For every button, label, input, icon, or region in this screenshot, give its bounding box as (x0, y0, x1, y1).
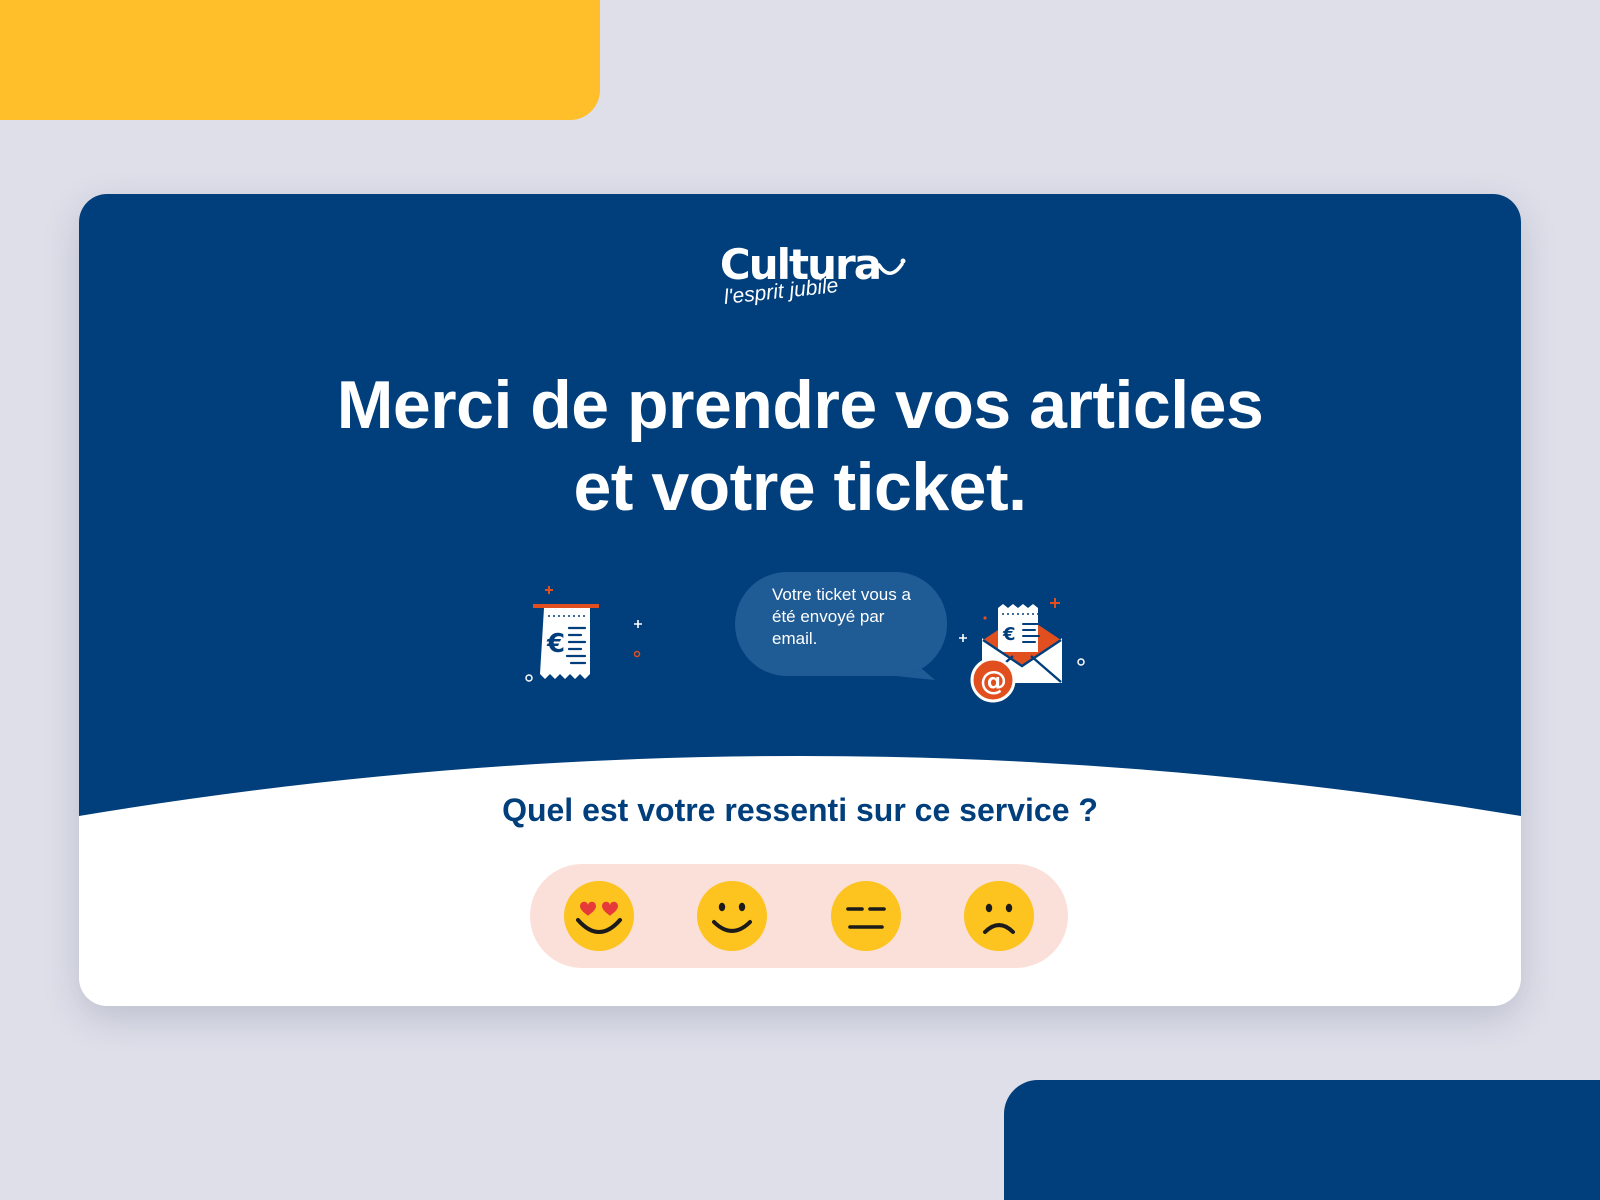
page-title-line-1: Merci de prendre vos articles (336, 367, 1264, 443)
rating-neutral-button[interactable] (830, 880, 902, 952)
rating-happy-button[interactable] (696, 880, 768, 952)
email-receipt-icon: € @ (959, 598, 1085, 703)
neutral-face-icon (831, 881, 901, 951)
email-sent-speech-bubble: Votre ticket vous a été envoyé par email… (735, 570, 949, 682)
page-title: Merci de prendre vos articles et votre t… (79, 364, 1521, 528)
smiling-face-icon (697, 881, 767, 951)
email-at-symbol: @ (980, 666, 1007, 697)
rating-sad-button[interactable] (963, 880, 1035, 952)
decorative-navy-corner (1004, 1080, 1600, 1200)
receipt-icon: € (525, 586, 642, 682)
frowning-face-icon (964, 881, 1034, 951)
email-euro-symbol: € (1002, 624, 1016, 645)
email-sent-message: Votre ticket vous a été envoyé par email… (772, 585, 911, 648)
logo-smile-icon (877, 258, 906, 275)
decorative-yellow-corner (0, 0, 600, 120)
satisfaction-rating-bar (530, 864, 1068, 968)
page-title-line-2: et votre ticket. (573, 449, 1027, 525)
heart-eyes-face-icon (564, 881, 634, 951)
receipt-euro-symbol: € (546, 629, 565, 659)
rating-love-button[interactable] (563, 880, 635, 952)
confirmation-card: Cultura l'esprit jubile Merci de prendre… (79, 194, 1521, 1006)
cultura-logo: Cultura l'esprit jubile (79, 242, 1521, 309)
feedback-question: Quel est votre ressenti sur ce service ? (502, 792, 1098, 828)
